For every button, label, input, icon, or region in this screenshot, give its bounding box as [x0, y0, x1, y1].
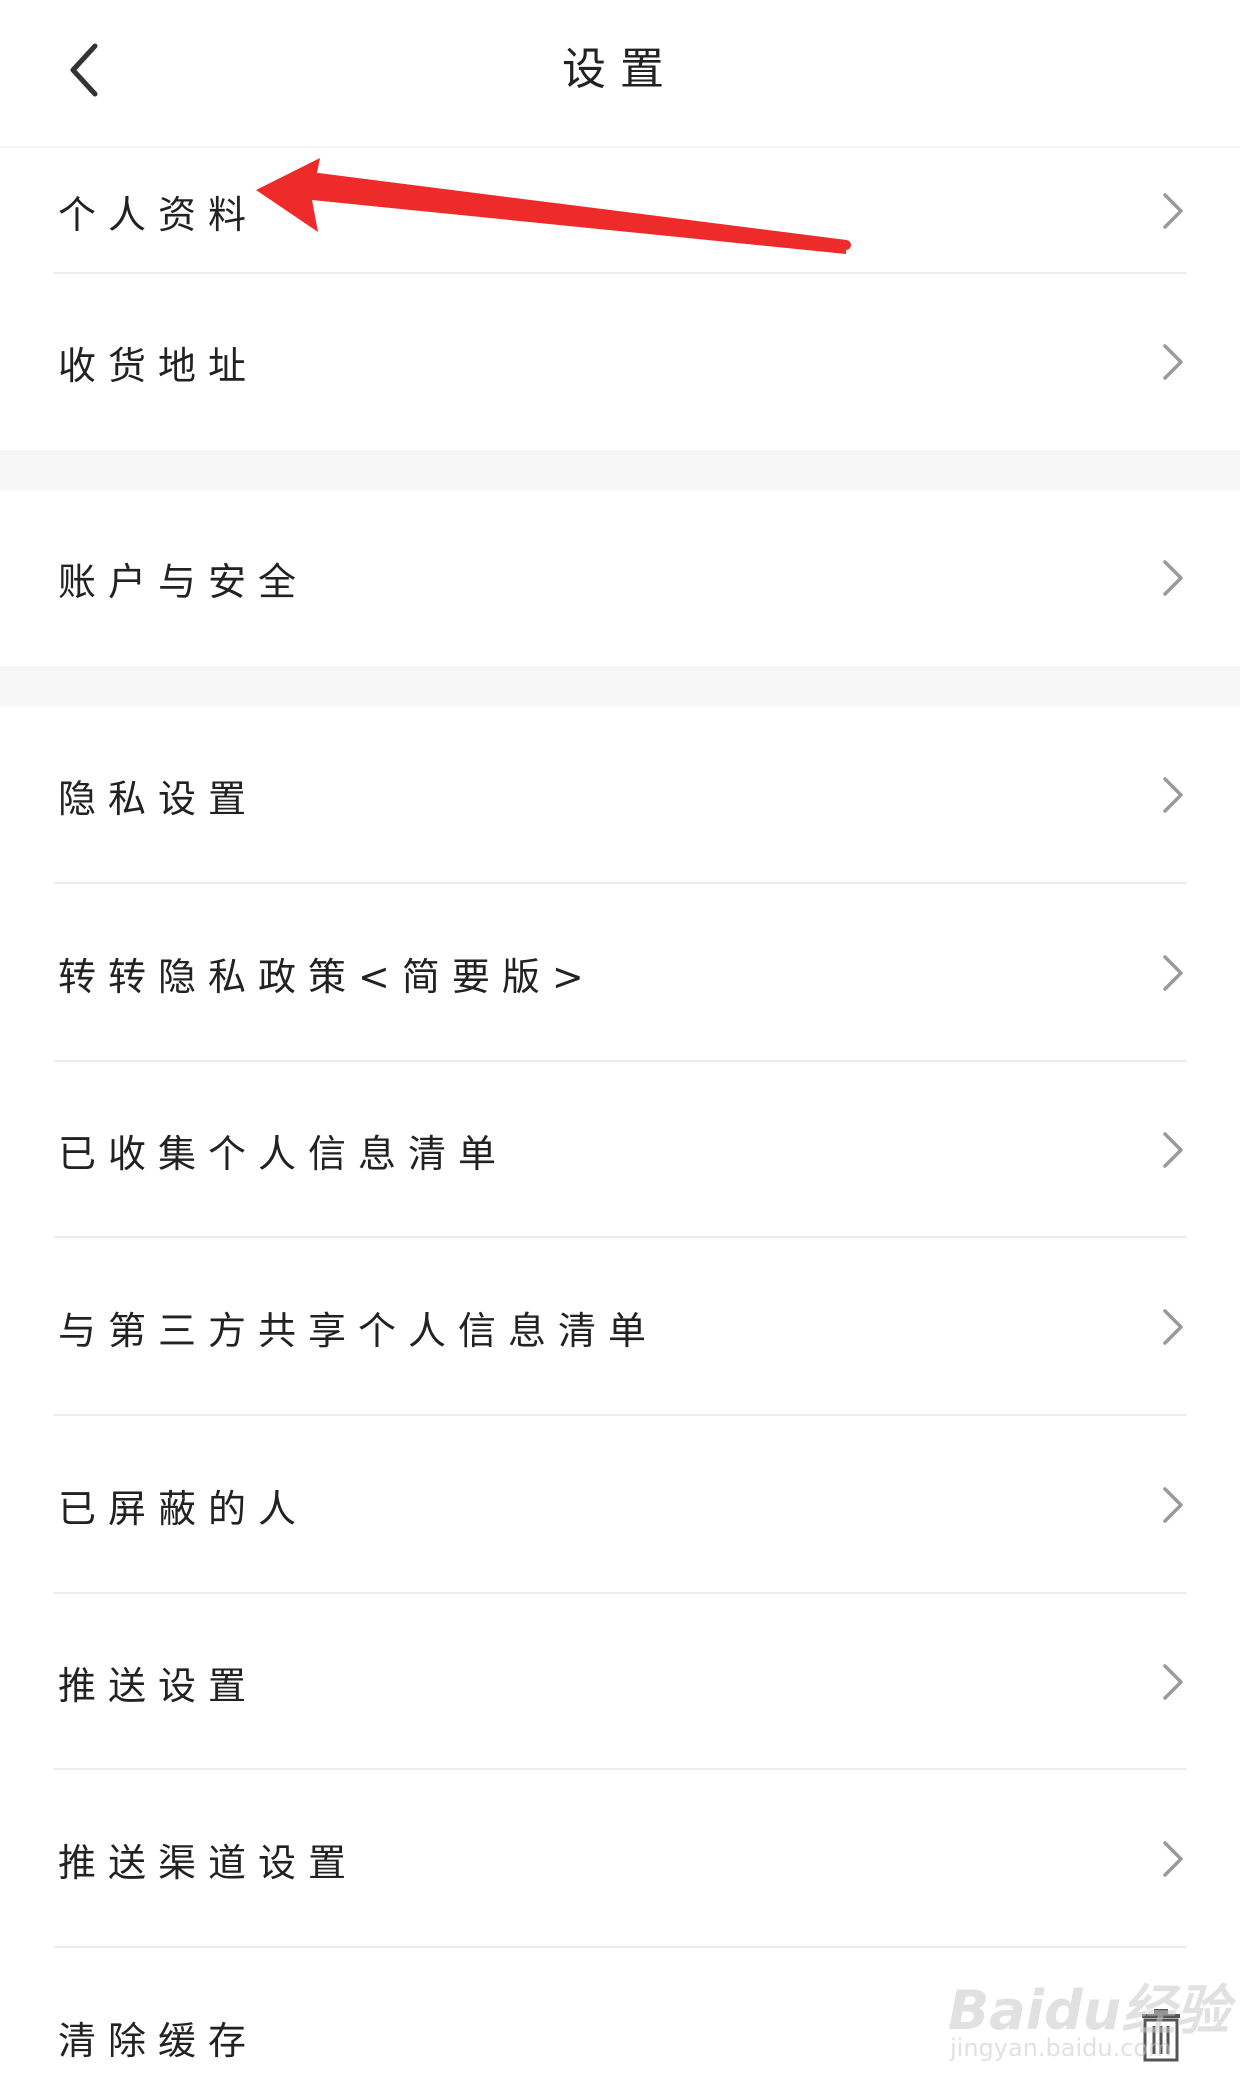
settings-item-collected-info[interactable]: 已收集个人信息清单 — [0, 1062, 1240, 1238]
settings-item-push-channel[interactable]: 推送渠道设置 — [0, 1770, 1240, 1948]
baidu-watermark: Baidu经验 jingyan.baidu.com — [948, 1962, 1229, 2072]
chevron-right-icon — [1158, 556, 1188, 600]
chevron-right-icon — [1158, 1128, 1188, 1172]
chevron-right-icon — [1158, 773, 1188, 817]
settings-item-label: 推送设置 — [58, 1663, 259, 1708]
nav-bar: 设置 — [0, 0, 1240, 144]
settings-item-account-security[interactable]: 账户与安全 — [0, 490, 1240, 666]
settings-item-label: 已收集个人信息清单 — [58, 1131, 509, 1176]
section-gap — [0, 450, 1240, 490]
chevron-right-icon — [1158, 1837, 1188, 1881]
chevron-right-icon — [1158, 1660, 1188, 1704]
settings-item-blocked-users[interactable]: 已屏蔽的人 — [0, 1416, 1240, 1594]
settings-item-label: 推送渠道设置 — [58, 1840, 359, 1885]
settings-item-label: 已屏蔽的人 — [58, 1486, 309, 1531]
settings-item-label: 与第三方共享个人信息清单 — [58, 1308, 659, 1353]
section-gap — [0, 666, 1240, 706]
chevron-right-icon — [1158, 340, 1188, 384]
chevron-right-icon — [1158, 189, 1188, 233]
chevron-right-icon — [1158, 1483, 1188, 1527]
settings-item-label: 个人资料 — [58, 192, 259, 237]
page-title: 设置 — [562, 44, 678, 95]
settings-item-label: 隐私设置 — [58, 776, 259, 821]
settings-item-label: 账户与安全 — [58, 559, 309, 604]
settings-item-third-party-sharing[interactable]: 与第三方共享个人信息清单 — [0, 1238, 1240, 1416]
settings-item-push[interactable]: 推送设置 — [0, 1594, 1240, 1770]
settings-item-label: 转转隐私政策<简要版> — [58, 954, 596, 999]
settings-item-privacy[interactable]: 隐私设置 — [0, 706, 1240, 884]
settings-item-label: 清除缓存 — [58, 2019, 259, 2063]
settings-item-profile[interactable]: 个人资料 — [0, 148, 1240, 274]
settings-item-privacy-policy[interactable]: 转转隐私政策<简要版> — [0, 884, 1240, 1062]
watermark-url: jingyan.baidu.com — [950, 2034, 1172, 2062]
chevron-right-icon — [1158, 1305, 1188, 1349]
chevron-right-icon — [1158, 951, 1188, 995]
settings-item-label: 收货地址 — [58, 343, 259, 388]
settings-item-address[interactable]: 收货地址 — [0, 274, 1240, 450]
